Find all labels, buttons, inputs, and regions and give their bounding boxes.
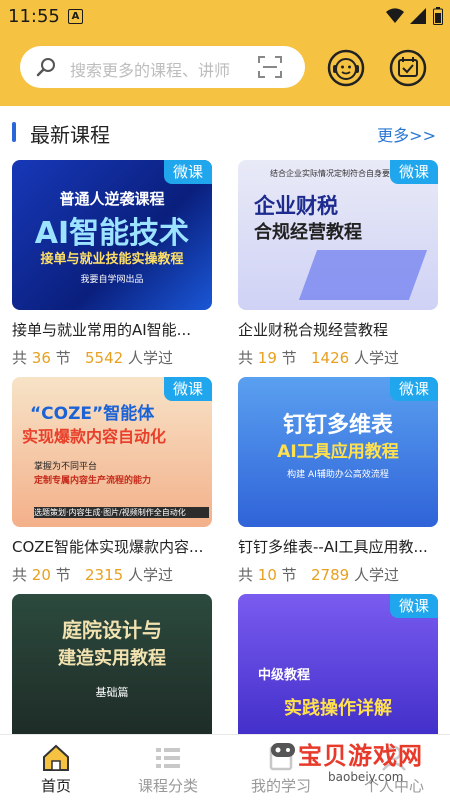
notification-icon: A bbox=[68, 9, 83, 24]
home-icon bbox=[43, 744, 69, 771]
meta-text: 人学过 bbox=[353, 566, 399, 584]
micro-course-badge: 微课 bbox=[164, 377, 212, 401]
scan-icon[interactable] bbox=[258, 56, 282, 78]
micro-course-badge: 微课 bbox=[390, 377, 438, 401]
course-thumbnail[interactable]: 钉钉多维表 AI工具应用教程 构建 AI辅助办公高效流程 微课 bbox=[238, 377, 438, 527]
thumb-text: 中级教程 bbox=[258, 668, 311, 683]
course-card[interactable]: 普通人逆袭课程 AI智能技术 接单与就业技能实操教程 我要自学网出品 微课 接单… bbox=[12, 160, 212, 368]
thumb-text: 定制专属内容生产流程的能力 bbox=[34, 476, 152, 486]
thumb-text: 实践操作详解 bbox=[284, 698, 392, 719]
thumb-text: 合规经营教程 bbox=[254, 222, 362, 243]
course-meta: 共 10 节 2789 人学过 bbox=[238, 564, 438, 585]
meta-text: 共 bbox=[238, 566, 254, 584]
course-thumbnail[interactable]: “COZE”智能体 实现爆款内容自动化 掌握为不同平台 定制专属内容生产流程的能… bbox=[12, 377, 212, 527]
lesson-count: 36 bbox=[31, 349, 51, 367]
gamepad-icon bbox=[271, 743, 295, 757]
illustration bbox=[298, 250, 428, 300]
wifi-icon bbox=[386, 8, 404, 23]
course-card[interactable]: 庭院设计与 建造实用教程 基础篇 bbox=[12, 594, 212, 744]
thumb-text: “COZE”智能体 bbox=[30, 404, 155, 424]
course-title[interactable]: 接单与就业常用的AI智能... bbox=[12, 319, 212, 340]
course-card[interactable]: 结合企业实际情况定制符合自身要求和 企业财税 合规经营教程 微课 企业财税合规经… bbox=[238, 160, 438, 368]
learner-count: 1426 bbox=[311, 349, 350, 367]
thumb-text: 掌握为不同平台 bbox=[34, 462, 98, 472]
thumb-text: 企业财税 bbox=[254, 194, 338, 218]
meta-text: 节 bbox=[55, 349, 71, 367]
thumb-text: 实现爆款内容自动化 bbox=[22, 427, 167, 446]
thumb-text: 构建 AI辅助办公高效流程 bbox=[287, 470, 389, 480]
search-icon bbox=[36, 58, 55, 77]
course-title[interactable]: 企业财税合规经营教程 bbox=[238, 319, 438, 340]
course-meta: 共 36 节 5542 人学过 bbox=[12, 347, 212, 368]
signal-icon bbox=[410, 8, 426, 24]
course-card[interactable]: “COZE”智能体 实现爆款内容自动化 掌握为不同平台 定制专属内容生产流程的能… bbox=[12, 377, 212, 585]
course-thumbnail[interactable]: 结合企业实际情况定制符合自身要求和 企业财税 合规经营教程 微课 bbox=[238, 160, 438, 310]
learner-count: 2315 bbox=[85, 566, 124, 584]
course-title[interactable]: 钉钉多维表--AI工具应用教... bbox=[238, 536, 438, 557]
course-thumbnail[interactable]: 中级教程 实践操作详解 微课 bbox=[238, 594, 438, 744]
course-title[interactable]: COZE智能体实现爆款内容... bbox=[12, 536, 212, 557]
micro-course-badge: 微课 bbox=[390, 160, 438, 184]
thumb-text: 建造实用教程 bbox=[58, 648, 166, 669]
course-thumbnail[interactable]: 庭院设计与 建造实用教程 基础篇 bbox=[12, 594, 212, 744]
meta-text: 节 bbox=[281, 349, 297, 367]
course-card[interactable]: 钉钉多维表 AI工具应用教程 构建 AI辅助办公高效流程 微课 钉钉多维表--A… bbox=[238, 377, 438, 585]
lesson-count: 20 bbox=[31, 566, 51, 584]
course-card[interactable]: 中级教程 实践操作详解 微课 bbox=[238, 594, 438, 744]
tab-label: 首页 bbox=[40, 777, 71, 795]
thumb-text: 基础篇 bbox=[95, 686, 129, 699]
thumb-text: 钉钉多维表 bbox=[282, 413, 393, 438]
thumb-text: 选题策划·内容生成·图片/视频制作全自动化 bbox=[34, 507, 209, 518]
lesson-count: 19 bbox=[257, 349, 277, 367]
watermark-url: baobeiy.com bbox=[328, 770, 404, 784]
micro-course-badge: 微课 bbox=[164, 160, 212, 184]
search-bar[interactable]: 搜索更多的课程、讲师 bbox=[20, 46, 305, 88]
section-title: 最新课程 bbox=[30, 123, 110, 147]
search-input[interactable]: 搜索更多的课程、讲师 bbox=[70, 57, 230, 81]
learner-count: 2789 bbox=[311, 566, 350, 584]
customer-service-icon[interactable] bbox=[326, 48, 366, 88]
tab-label: 课程分类 bbox=[137, 777, 198, 795]
thumb-text: 庭院设计与 bbox=[62, 618, 162, 642]
thumb-text: 我要自学网出品 bbox=[80, 275, 144, 285]
tab-home[interactable]: 首页 bbox=[0, 735, 112, 801]
meta-text: 人学过 bbox=[127, 566, 173, 584]
watermark: 宝贝游戏网 baobeiy.com bbox=[271, 734, 448, 794]
meta-text: 人学过 bbox=[353, 349, 399, 367]
thumb-text: AI智能技术 bbox=[34, 216, 190, 251]
app-header: 11:55 A 搜索更多的课程、讲师 bbox=[0, 0, 450, 106]
status-time: 11:55 bbox=[8, 6, 60, 27]
thumb-text: 接单与就业技能实操教程 bbox=[40, 252, 184, 267]
meta-text: 节 bbox=[55, 566, 71, 584]
calendar-checkin-icon[interactable] bbox=[388, 48, 428, 88]
thumb-text: 普通人逆袭课程 bbox=[59, 190, 165, 208]
tab-course-category[interactable]: 课程分类 bbox=[112, 735, 224, 801]
course-meta: 共 19 节 1426 人学过 bbox=[238, 347, 438, 368]
section-header: 最新课程 更多>> bbox=[0, 114, 450, 150]
watermark-text: 宝贝游戏网 bbox=[298, 742, 423, 770]
meta-text: 共 bbox=[238, 349, 254, 367]
course-thumbnail[interactable]: 普通人逆袭课程 AI智能技术 接单与就业技能实操教程 我要自学网出品 微课 bbox=[12, 160, 212, 310]
course-meta: 共 20 节 2315 人学过 bbox=[12, 564, 212, 585]
meta-text: 共 bbox=[12, 566, 28, 584]
lesson-count: 10 bbox=[257, 566, 277, 584]
more-link[interactable]: 更多>> bbox=[377, 122, 436, 146]
learner-count: 5542 bbox=[85, 349, 124, 367]
meta-text: 节 bbox=[281, 566, 297, 584]
battery-icon bbox=[433, 7, 443, 25]
list-icon bbox=[156, 748, 180, 768]
thumb-text: AI工具应用教程 bbox=[277, 442, 399, 462]
micro-course-badge: 微课 bbox=[390, 594, 438, 618]
section-accent-bar bbox=[12, 122, 16, 142]
status-bar: 11:55 A bbox=[0, 0, 450, 32]
meta-text: 共 bbox=[12, 349, 28, 367]
meta-text: 人学过 bbox=[127, 349, 173, 367]
